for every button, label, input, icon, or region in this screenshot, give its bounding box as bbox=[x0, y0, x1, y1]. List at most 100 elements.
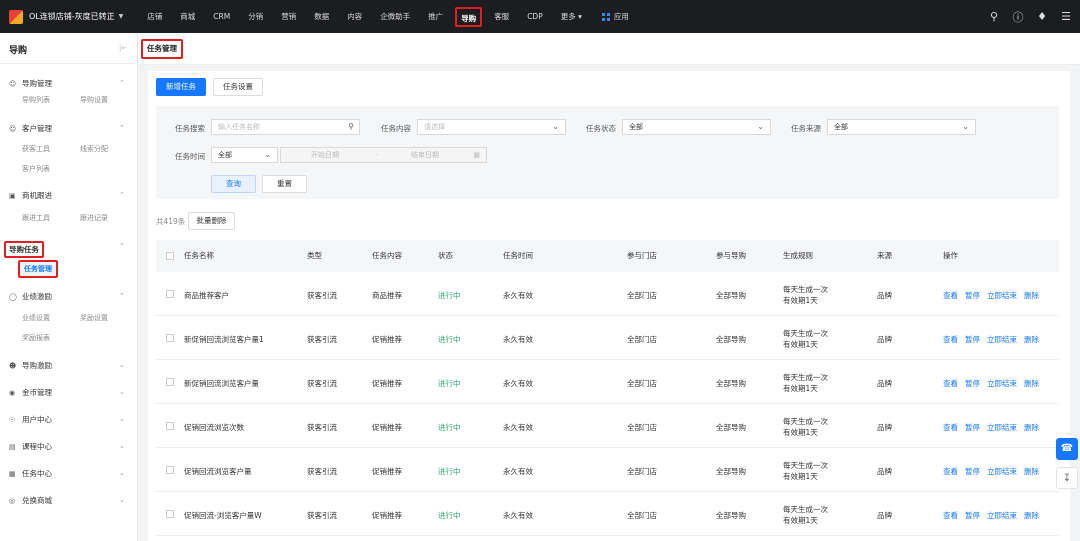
action-link[interactable]: 查看 bbox=[943, 291, 958, 300]
action-link[interactable]: 暂停 bbox=[965, 379, 980, 388]
download-icon[interactable]: ↧ bbox=[1056, 467, 1078, 489]
action-link[interactable]: 暂停 bbox=[965, 423, 980, 432]
sidebar-item[interactable]: 业绩设置 bbox=[22, 313, 50, 323]
row-checkbox[interactable] bbox=[166, 378, 174, 386]
sidebar-group[interactable]: ▣ 商机跟进 bbox=[9, 190, 52, 201]
action-link[interactable]: 立即结束 bbox=[987, 511, 1017, 520]
bell-icon[interactable]: ♦ bbox=[1036, 10, 1048, 23]
nav-item[interactable]: 更多 ▾ bbox=[555, 7, 588, 27]
chevron-up-icon[interactable]: ⌃ bbox=[119, 79, 125, 87]
nav-item[interactable]: 分销 bbox=[242, 7, 269, 27]
action-link[interactable]: 删除 bbox=[1024, 511, 1039, 520]
task-source-select[interactable]: 全部 ⌄ bbox=[827, 119, 976, 135]
nav-item[interactable]: 商城 bbox=[174, 7, 201, 27]
sidebar-item[interactable]: 任务管理 bbox=[18, 260, 58, 278]
action-link[interactable]: 立即结束 bbox=[987, 467, 1017, 476]
task-search-input[interactable]: 输入任务名称 ⚲ bbox=[211, 119, 360, 135]
nav-item[interactable]: 店铺 bbox=[141, 7, 168, 27]
sidebar-group[interactable]: ☻ 导购激励 bbox=[9, 360, 52, 371]
action-link[interactable]: 暂停 bbox=[965, 467, 980, 476]
chevron-up-icon[interactable]: ⌃ bbox=[119, 124, 125, 132]
action-link[interactable]: 暂停 bbox=[965, 511, 980, 520]
chevron-up-icon[interactable]: ⌃ bbox=[119, 292, 125, 300]
nav-item[interactable]: 数据 bbox=[308, 7, 335, 27]
action-link[interactable]: 查看 bbox=[943, 423, 958, 432]
nav-item[interactable]: 内容 bbox=[341, 7, 368, 27]
task-status-select[interactable]: 全部 ⌄ bbox=[622, 119, 771, 135]
row-checkbox[interactable] bbox=[166, 290, 174, 298]
sidebar-group[interactable]: ◉ 金币管理 bbox=[9, 387, 52, 398]
chevron-down-icon[interactable]: ⌄ bbox=[119, 361, 125, 369]
sidebar-group[interactable]: ☉ 用户中心 bbox=[9, 414, 52, 425]
menu-icon[interactable]: ☰ bbox=[1060, 10, 1072, 23]
action-link[interactable]: 查看 bbox=[943, 467, 958, 476]
action-link[interactable]: 暂停 bbox=[965, 291, 980, 300]
task-settings-button[interactable]: 任务设置 bbox=[213, 78, 263, 96]
task-time-select[interactable]: 全部 ⌄ bbox=[211, 147, 278, 163]
date-range-picker[interactable]: 开始日期 - 结束日期 ▦ bbox=[280, 147, 487, 163]
sidebar-group[interactable]: ▤ 课程中心 bbox=[9, 441, 52, 452]
search-icon[interactable]: ⚲ bbox=[348, 120, 354, 134]
chevron-down-icon[interactable]: ⌄ bbox=[119, 415, 125, 423]
row-checkbox[interactable] bbox=[166, 466, 174, 474]
store-switcher[interactable]: OL连锁店铺-灰度已转正 bbox=[29, 11, 115, 22]
action-link[interactable]: 立即结束 bbox=[987, 423, 1017, 432]
action-link[interactable]: 立即结束 bbox=[987, 291, 1017, 300]
action-link[interactable]: 立即结束 bbox=[987, 379, 1017, 388]
nav-item[interactable]: CRM bbox=[207, 7, 236, 27]
sidebar-item[interactable]: 奖励报表 bbox=[22, 333, 50, 343]
sidebar-group[interactable]: ☺ 导购管理 bbox=[9, 78, 52, 89]
sidebar-item[interactable]: 导购设置 bbox=[80, 95, 108, 105]
chevron-down-icon[interactable]: ⌄ bbox=[119, 496, 125, 504]
nav-item[interactable]: CDP bbox=[521, 7, 549, 27]
row-checkbox[interactable] bbox=[166, 422, 174, 430]
chevron-down-icon[interactable]: ⌄ bbox=[119, 388, 125, 396]
search-icon[interactable]: ⚲ bbox=[988, 10, 1000, 23]
sidebar-group[interactable]: ▦ 任务中心 bbox=[9, 468, 52, 479]
chevron-up-icon[interactable]: ⌃ bbox=[119, 242, 125, 250]
query-button[interactable]: 查询 bbox=[211, 175, 256, 193]
sidebar-group[interactable]: ☺ 客户管理 bbox=[9, 123, 52, 134]
nav-item[interactable]: 客服 bbox=[488, 7, 515, 27]
sidebar-item[interactable]: 奖励设置 bbox=[80, 313, 108, 323]
nav-item[interactable]: 企微助手 bbox=[374, 7, 416, 27]
action-link[interactable]: 查看 bbox=[943, 335, 958, 344]
action-link[interactable]: 删除 bbox=[1024, 335, 1039, 344]
action-link[interactable]: 暂停 bbox=[965, 335, 980, 344]
task-content-select[interactable]: 请选择 ⌄ bbox=[417, 119, 566, 135]
action-link[interactable]: 删除 bbox=[1024, 291, 1039, 300]
sidebar-item[interactable]: 线索分配 bbox=[80, 144, 108, 154]
action-link[interactable]: 删除 bbox=[1024, 423, 1039, 432]
sidebar-group[interactable]: ◎ 兑换商城 bbox=[9, 495, 52, 506]
action-link[interactable]: 立即结束 bbox=[987, 335, 1017, 344]
action-link[interactable]: 删除 bbox=[1024, 379, 1039, 388]
chevron-up-icon[interactable]: ⌃ bbox=[119, 191, 125, 199]
row-checkbox[interactable] bbox=[166, 510, 174, 518]
action-link[interactable]: 查看 bbox=[943, 511, 958, 520]
tab-task-management[interactable]: 任务管理 bbox=[141, 39, 183, 59]
sidebar-item[interactable]: 跟进记录 bbox=[80, 213, 108, 223]
new-task-button[interactable]: 新增任务 bbox=[156, 78, 206, 96]
nav-item[interactable]: 推广 bbox=[422, 7, 449, 27]
action-link[interactable]: 查看 bbox=[943, 379, 958, 388]
sidebar-group[interactable]: 导购任务 bbox=[4, 241, 44, 258]
apps-menu[interactable]: 应用 bbox=[601, 11, 629, 22]
sidebar-group[interactable]: ◯ 业绩激励 bbox=[9, 291, 52, 302]
batch-delete-button[interactable]: 批量删除 bbox=[188, 212, 235, 230]
reset-button[interactable]: 重置 bbox=[262, 175, 307, 193]
action-link[interactable]: 删除 bbox=[1024, 467, 1039, 476]
sidebar-item[interactable]: 客户列表 bbox=[22, 164, 50, 174]
collapse-icon[interactable]: |← bbox=[119, 44, 127, 52]
nav-item[interactable]: 营销 bbox=[275, 7, 302, 27]
sidebar-item[interactable]: 跟进工具 bbox=[22, 213, 50, 223]
select-all-checkbox[interactable] bbox=[166, 252, 174, 260]
customer-service-icon[interactable]: ☎ bbox=[1056, 438, 1078, 460]
help-icon[interactable]: ⓘ bbox=[1012, 9, 1024, 25]
row-checkbox[interactable] bbox=[166, 334, 174, 342]
sidebar-item[interactable]: 获客工具 bbox=[22, 144, 50, 154]
caret-down-icon[interactable]: ▼ bbox=[119, 13, 124, 20]
chevron-down-icon[interactable]: ⌄ bbox=[119, 469, 125, 477]
sidebar-item[interactable]: 导购列表 bbox=[22, 95, 50, 105]
nav-item[interactable]: 导购 bbox=[455, 6, 483, 27]
chevron-down-icon[interactable]: ⌄ bbox=[119, 442, 125, 450]
